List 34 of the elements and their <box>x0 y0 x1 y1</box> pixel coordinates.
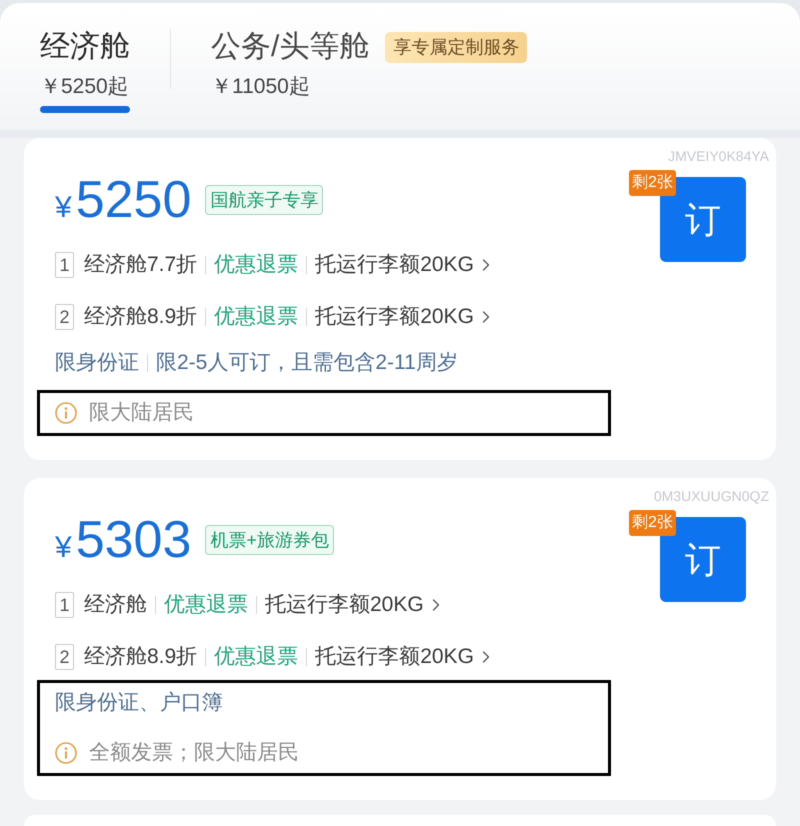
offer-code: 0M3UXUUGN0QZ <box>654 488 769 504</box>
baggage-allowance: 托运行李额20KG <box>315 644 474 670</box>
remaining-badge: 剩2张 <box>629 170 676 196</box>
baggage-allowance: 托运行李额20KG <box>265 592 424 618</box>
cabin-discount: 经济舱7.7折 <box>84 252 198 278</box>
cabin-discount: 经济舱8.9折 <box>84 304 198 330</box>
cabin-badge: 享专属定制服务 <box>385 32 528 62</box>
refund-policy: 优惠退票 <box>214 252 298 278</box>
segment-number: 2 <box>55 644 74 670</box>
booking-restriction: 限身份证、户口簿 <box>55 690 223 716</box>
info-icon <box>55 742 77 764</box>
notice-text: 限大陆居民 <box>89 400 194 426</box>
refund-policy: 优惠退票 <box>164 592 248 618</box>
price: ¥5250 <box>55 170 192 230</box>
baggage-allowance: 托运行李额20KG <box>315 304 474 330</box>
notice-text: 全额发票；限大陆居民 <box>89 740 299 766</box>
info-icon <box>55 402 77 424</box>
promo-tag: 机票+旅游券包 <box>205 525 334 555</box>
offer-code: JMVEIY0K84YA <box>668 148 769 164</box>
refund-policy: 优惠退票 <box>214 304 298 330</box>
booking-restriction: 限身份证 <box>55 350 139 376</box>
cabin-tab[interactable]: 公务/头等舱 享专属定制服务 ￥11050起 <box>211 29 528 101</box>
refund-policy: 优惠退票 <box>214 644 298 670</box>
cabin-discount: 经济舱 <box>84 592 147 618</box>
segment-number: 1 <box>55 252 74 278</box>
segment-number: 1 <box>55 592 74 618</box>
baggage-allowance: 托运行李额20KG <box>315 252 474 278</box>
cabin-tab[interactable]: 经济舱 ￥5250起 <box>40 29 130 113</box>
booking-restriction: 限2-5人可订，且需包含2-11周岁 <box>156 350 458 376</box>
price: ¥5303 <box>55 510 192 570</box>
remaining-badge: 剩2张 <box>629 510 676 536</box>
segment-number: 2 <box>55 304 74 330</box>
promo-tag: 国航亲子专享 <box>205 185 324 215</box>
cabin-discount: 经济舱8.9折 <box>84 644 198 670</box>
